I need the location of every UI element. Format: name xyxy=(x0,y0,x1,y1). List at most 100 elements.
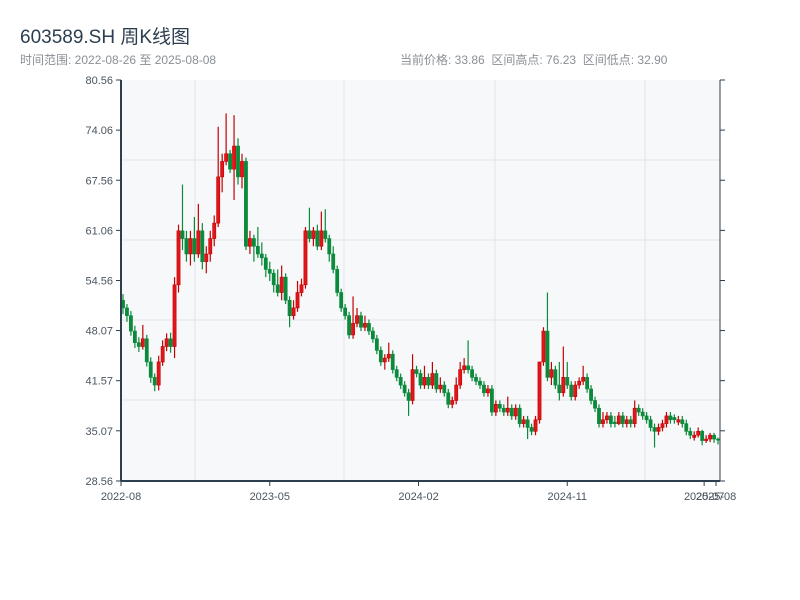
candle-up xyxy=(660,423,665,428)
candle-up xyxy=(533,419,538,432)
candle-down xyxy=(347,315,351,336)
y-tick-label: 41.57 xyxy=(85,376,113,388)
candle-up xyxy=(601,419,605,424)
candle-up xyxy=(513,407,518,417)
x-tick-label: 2022-08 xyxy=(101,491,141,503)
candle-up xyxy=(216,176,221,224)
candle-down xyxy=(402,384,407,394)
candle-up xyxy=(156,361,161,386)
candle-down xyxy=(490,388,494,413)
candle-up xyxy=(541,330,546,363)
candle-down xyxy=(597,407,601,424)
candle-down xyxy=(271,272,276,286)
candle-down xyxy=(251,238,256,247)
candle-down xyxy=(482,384,486,394)
candle-up xyxy=(486,388,490,394)
candle-down xyxy=(557,384,562,394)
candle-down xyxy=(636,407,641,413)
candle-down xyxy=(672,417,677,421)
candle-down xyxy=(275,284,280,293)
candle-up xyxy=(212,222,217,239)
candle-up xyxy=(311,230,316,239)
candle-down xyxy=(569,384,574,397)
candle-up xyxy=(430,373,435,386)
candle-up xyxy=(696,431,701,436)
candle-down xyxy=(339,292,344,309)
candle-down xyxy=(509,407,514,417)
candle-up xyxy=(240,161,244,178)
candle-up xyxy=(303,230,308,286)
candle-down xyxy=(152,377,157,386)
candle-up xyxy=(232,145,236,170)
candle-up xyxy=(454,384,459,401)
candle-down xyxy=(501,407,506,413)
candle-down xyxy=(148,361,153,378)
candle-down xyxy=(712,434,716,440)
candle-down xyxy=(470,369,474,378)
candle-down xyxy=(628,419,633,424)
candle-down xyxy=(398,377,403,386)
candle-up xyxy=(708,434,712,440)
y-tick-label: 61.06 xyxy=(85,225,113,237)
candle-up xyxy=(176,230,181,286)
candle-up xyxy=(355,315,359,324)
candle-down xyxy=(668,415,673,421)
candle-down xyxy=(315,230,320,247)
candle-down xyxy=(136,342,141,347)
candle-up xyxy=(351,323,355,336)
candle-down xyxy=(390,353,395,370)
candle-up xyxy=(172,284,177,347)
candle-down xyxy=(620,415,625,424)
candle-up xyxy=(493,404,498,413)
candle-up xyxy=(676,419,681,423)
candle-down xyxy=(612,421,617,424)
candle-up xyxy=(549,369,554,378)
candle-up xyxy=(656,427,661,432)
candle-down xyxy=(525,419,530,428)
candle-up xyxy=(299,284,304,293)
candle-down xyxy=(125,307,129,316)
candle-down xyxy=(129,315,133,332)
candle-down xyxy=(652,427,657,432)
candle-up xyxy=(462,365,467,370)
candle-down xyxy=(255,245,260,255)
candle-down xyxy=(648,419,653,428)
candle-down xyxy=(327,238,332,255)
candle-up xyxy=(438,384,443,390)
x-tick-label: 2024-02 xyxy=(398,491,438,503)
candle-down xyxy=(259,253,264,259)
y-tick-label: 80.56 xyxy=(85,75,113,87)
candle-down xyxy=(144,338,149,363)
candle-down xyxy=(418,373,423,386)
candle-down xyxy=(331,253,336,270)
candle-down xyxy=(529,427,534,432)
candle-up xyxy=(160,346,165,363)
candle-down xyxy=(359,315,363,328)
candle-up xyxy=(450,400,455,405)
candle-down xyxy=(132,330,137,343)
candle-down xyxy=(565,377,570,386)
candle-down xyxy=(378,350,383,363)
candle-down xyxy=(446,392,451,405)
candle-up xyxy=(664,415,669,424)
candle-up xyxy=(624,419,629,424)
candle-down xyxy=(517,407,522,424)
candle-up xyxy=(196,230,201,255)
candle-up xyxy=(616,415,621,424)
candle-up xyxy=(382,357,387,363)
candle-up xyxy=(164,338,169,347)
candle-up xyxy=(632,407,637,424)
candle-down xyxy=(244,161,248,247)
y-tick-label: 48.07 xyxy=(85,326,113,338)
candle-up xyxy=(208,238,213,255)
candle-down xyxy=(553,369,558,386)
candle-up xyxy=(521,419,526,424)
candle-down xyxy=(374,338,379,351)
candle-up xyxy=(279,276,284,293)
candle-down xyxy=(609,415,613,424)
candlestick-chart: 28.56 35.07 41.57 48.07 54.56 61.06 67.56 74.06… xyxy=(85,75,736,503)
y-tick-label: 67.56 xyxy=(85,175,113,187)
candle-up xyxy=(704,438,709,441)
candle-up xyxy=(422,377,427,386)
candle-down xyxy=(585,377,590,390)
